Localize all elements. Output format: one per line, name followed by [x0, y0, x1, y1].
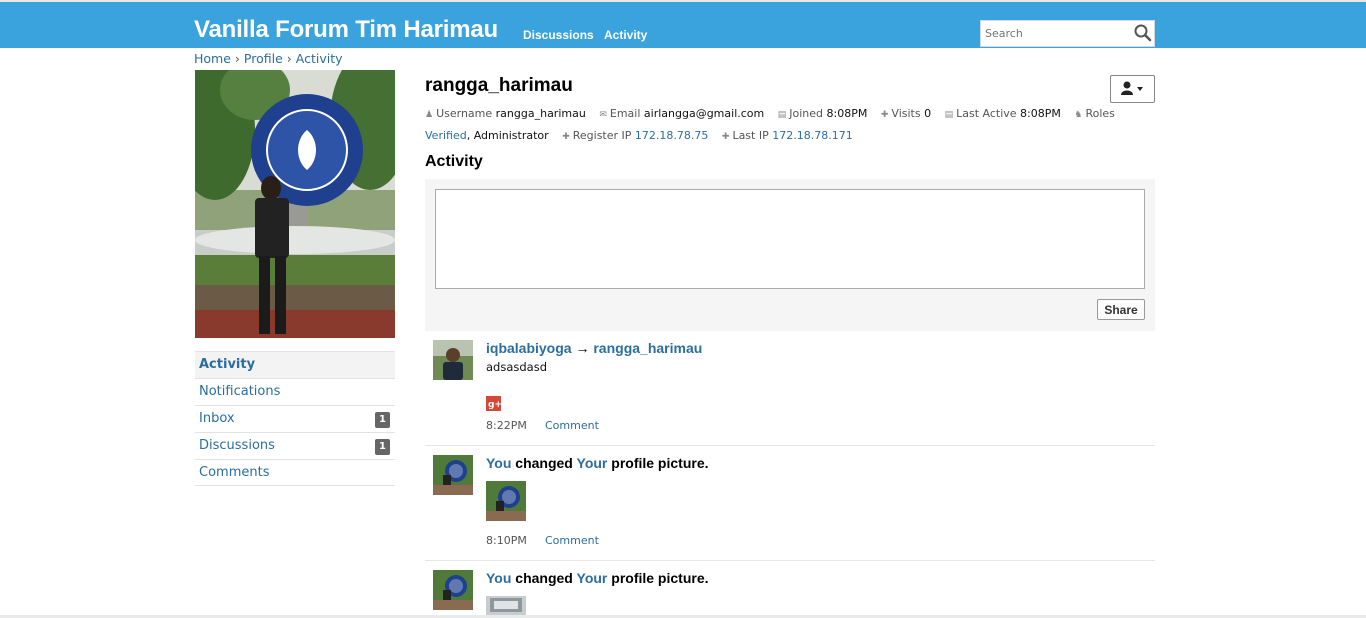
activity-item: You changed Your profile picture. 8:10PM…	[425, 446, 1155, 561]
breadcrumb-activity[interactable]: Activity	[296, 51, 343, 66]
activity-timestamp: 8:10PM	[486, 534, 527, 547]
register-ip-link[interactable]: 172.18.78.75	[635, 129, 708, 142]
avatar[interactable]	[433, 455, 473, 495]
last-active-label: Last Active	[956, 107, 1017, 120]
activity-object-link[interactable]: Your	[577, 455, 608, 471]
activity-headline: iqbalabiyoga → rangga_harimau	[486, 340, 702, 356]
role-verified-link[interactable]: Verified	[425, 129, 467, 142]
roles-icon: ♞	[1074, 110, 1083, 120]
comment-link[interactable]: Comment	[545, 534, 599, 547]
site-title[interactable]: Vanilla Forum Tim Harimau	[194, 16, 498, 44]
avatar[interactable]	[433, 570, 473, 610]
comment-link[interactable]: Comment	[545, 419, 599, 432]
activity-target-link[interactable]: rangga_harimau	[593, 340, 702, 356]
breadcrumb-separator: ›	[286, 51, 292, 66]
role-administrator: , Administrator	[466, 129, 549, 142]
joined-label: Joined	[789, 107, 824, 120]
roles-label: Roles	[1085, 107, 1115, 120]
sidebar-item-comments[interactable]: Comments	[195, 459, 395, 486]
profile-picture-thumbnail[interactable]	[486, 596, 526, 615]
sidebar-item-activity[interactable]: Activity	[195, 351, 395, 378]
sidebar-item-label: Notifications	[199, 384, 281, 399]
last-ip-link[interactable]: 172.18.78.171	[772, 129, 852, 142]
activity-item: iqbalabiyoga → rangga_harimau adsasdasd …	[425, 331, 1155, 446]
activity-headline: You changed Your profile picture.	[486, 570, 709, 586]
svg-text:g+: g+	[488, 400, 501, 410]
register-ip-label: Register IP	[572, 129, 632, 142]
activity-rest: profile picture.	[611, 570, 709, 586]
sidebar-item-discussions[interactable]: Discussions 1	[195, 432, 395, 459]
email-label: Email	[609, 107, 641, 120]
username-label: Username	[436, 107, 493, 120]
share-button[interactable]: Share	[1097, 299, 1145, 320]
nav-discussions[interactable]: Discussions	[523, 28, 594, 42]
google-plus-icon[interactable]: g+	[486, 396, 501, 411]
count-badge: 1	[375, 412, 390, 428]
sidebar-item-notifications[interactable]: Notifications	[195, 378, 395, 405]
profile-picture-thumbnail[interactable]	[486, 481, 526, 521]
activity-subject-link[interactable]: You	[486, 455, 511, 471]
sidebar-item-label: Activity	[199, 357, 256, 372]
breadcrumb-profile[interactable]: Profile	[244, 51, 283, 66]
search-icon[interactable]	[1133, 23, 1153, 43]
sidebar-item-label: Discussions	[199, 438, 275, 453]
caret-down-icon	[1137, 87, 1143, 91]
search-input[interactable]	[981, 21, 1131, 46]
breadcrumb: Home › Profile › Activity	[194, 51, 343, 66]
activity-timestamp: 8:22PM	[486, 419, 527, 432]
profile-username-heading: rangga_harimau	[425, 75, 573, 96]
sidebar-item-label: Inbox	[199, 411, 235, 426]
last-active-value: 8:08PM	[1020, 107, 1061, 120]
calendar-icon: ▤	[777, 110, 787, 120]
profile-sidebar-menu: Activity Notifications Inbox 1 Discussio…	[195, 351, 395, 486]
joined-value: 8:08PM	[826, 107, 868, 120]
search-box	[980, 20, 1155, 47]
activity-rest: profile picture.	[611, 455, 709, 471]
count-badge: 1	[375, 439, 390, 455]
sidebar-item-label: Comments	[199, 465, 270, 480]
activity-section-title: Activity	[425, 153, 483, 170]
breadcrumb-separator: ›	[234, 51, 240, 66]
profile-options-button[interactable]	[1110, 75, 1155, 103]
envelope-icon: ✉	[599, 110, 607, 120]
activity-post-textarea[interactable]	[435, 189, 1145, 289]
activity-subject-link[interactable]: You	[486, 570, 511, 586]
activity-verb: changed	[515, 570, 573, 586]
profile-meta-line-2: Verified, Administrator ✚ Register IP 172…	[425, 129, 853, 142]
activity-body: adsasdasd	[486, 360, 548, 374]
profile-photo	[195, 70, 395, 338]
visits-value: 0	[924, 107, 932, 120]
avatar[interactable]	[433, 340, 473, 380]
username-value: rangga_harimau	[495, 107, 586, 120]
last-ip-label: Last IP	[732, 129, 769, 142]
last-ip-icon: ✚	[721, 132, 730, 142]
visits-label: Visits	[891, 107, 921, 120]
arrow-icon: →	[575, 340, 590, 356]
email-value: airlangga@gmail.com	[643, 107, 765, 120]
activity-headline: You changed Your profile picture.	[486, 455, 709, 471]
visits-icon: ✚	[880, 110, 889, 120]
sidebar-item-inbox[interactable]: Inbox 1	[195, 405, 395, 432]
activity-composer: Share	[425, 179, 1155, 331]
activity-verb: changed	[515, 455, 573, 471]
user-icon	[1121, 81, 1143, 95]
activity-item: You changed Your profile picture.	[425, 561, 1155, 618]
user-icon: ♟	[425, 110, 434, 120]
activity-object-link[interactable]: Your	[577, 570, 608, 586]
calendar-icon: ▤	[944, 110, 954, 120]
activity-author-link[interactable]: iqbalabiyoga	[486, 340, 572, 356]
register-ip-icon: ✚	[562, 132, 570, 142]
breadcrumb-home[interactable]: Home	[194, 51, 231, 66]
top-header: Vanilla Forum Tim Harimau Discussions Ac…	[0, 0, 1366, 48]
profile-meta-line-1: ♟ Username rangga_harimau ✉ Email airlangg…	[425, 107, 1115, 120]
nav-activity[interactable]: Activity	[604, 28, 647, 42]
